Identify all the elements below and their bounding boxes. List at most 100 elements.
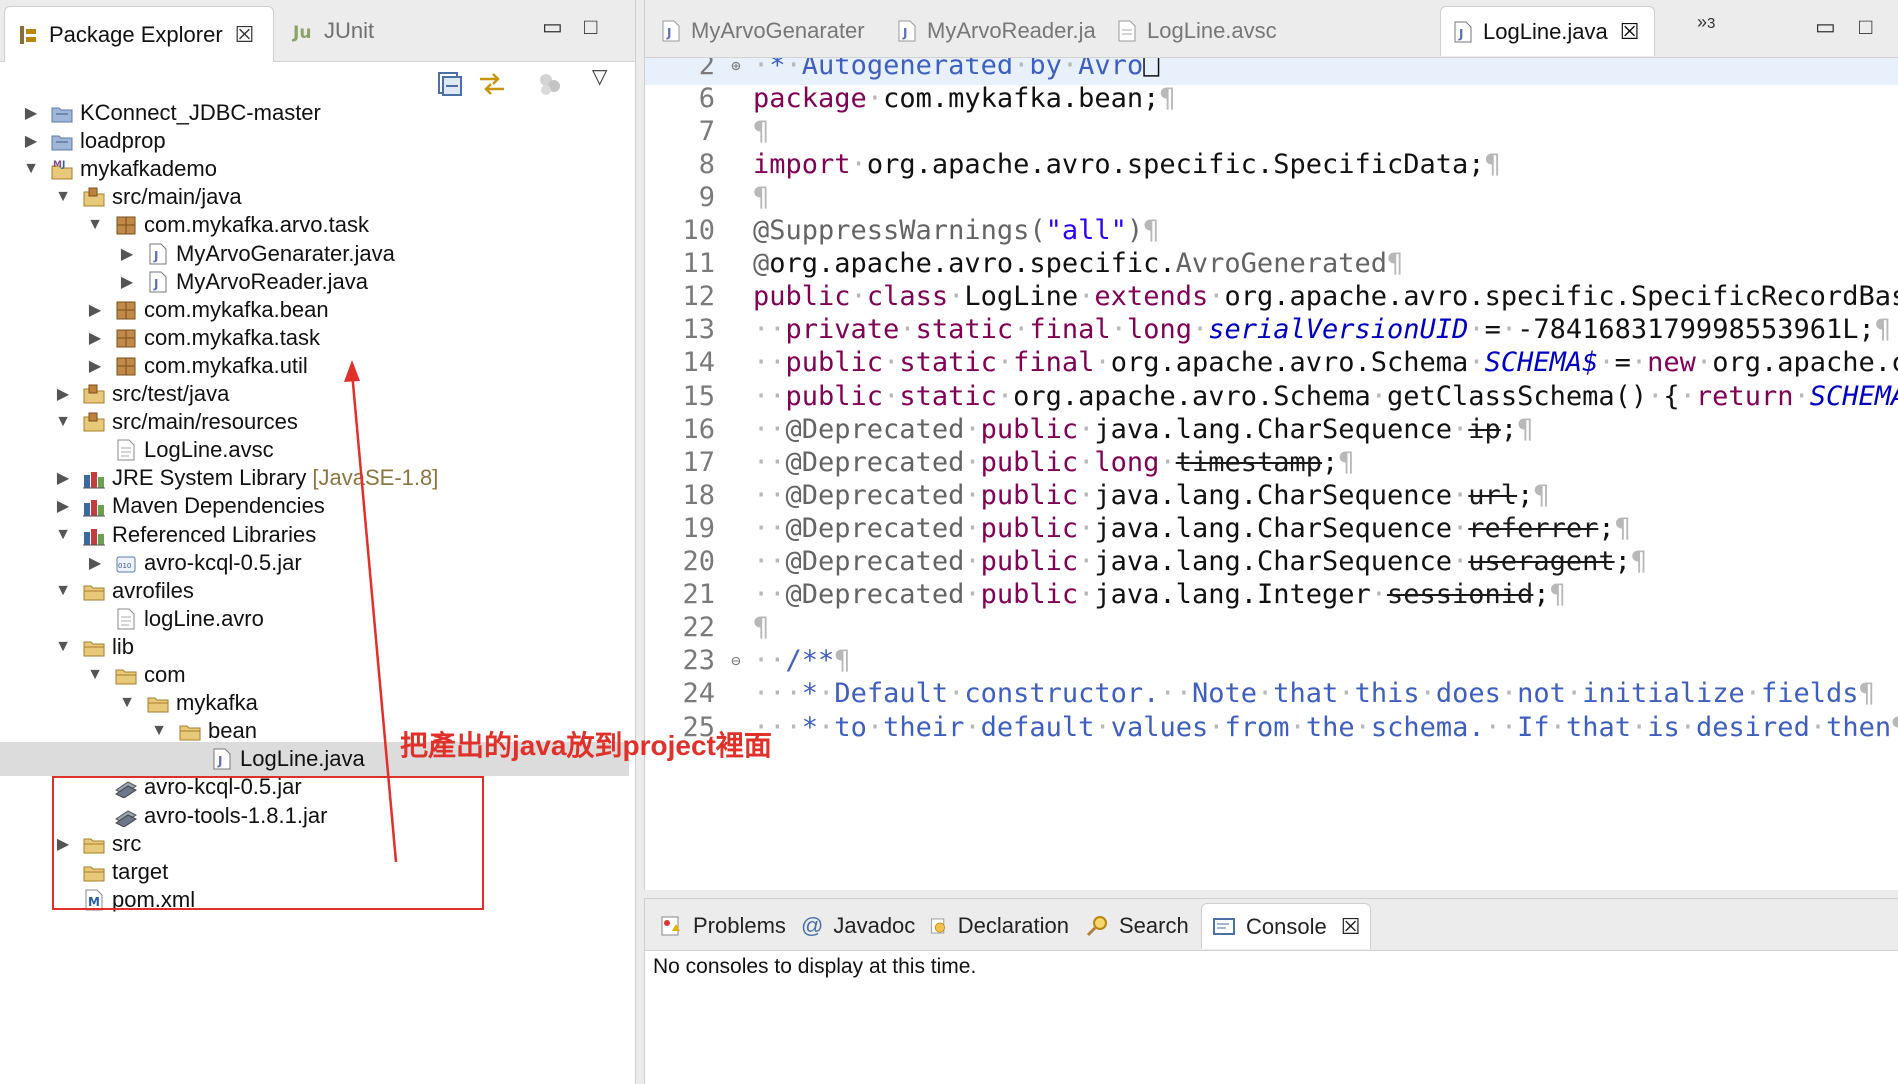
tab-search[interactable]: Search <box>1075 903 1195 949</box>
code-text: ¶ <box>747 116 769 147</box>
tab-package-explorer[interactable]: Package Explorer ☒ <box>4 6 274 62</box>
code-token: final <box>1013 347 1095 379</box>
code-token: org.apache.c <box>1712 347 1898 379</box>
tree-item-label: src/main/java <box>112 184 242 210</box>
collapse-triangle-icon[interactable]: ▶ <box>86 356 104 376</box>
code-token: desired <box>1696 711 1810 743</box>
collapse-triangle-icon[interactable]: ▶ <box>54 496 72 516</box>
code-token: @Deprecated <box>785 546 965 577</box>
code-token: · <box>964 711 981 743</box>
editor-tab-myarvogenarater[interactable]: J MyArvoGenarater <box>649 6 874 56</box>
code-token: not <box>1517 678 1566 710</box>
expand-triangle-icon[interactable]: ▼ <box>86 216 104 234</box>
expand-triangle-icon[interactable]: ▼ <box>54 582 72 600</box>
maximize-icon[interactable]: □ <box>584 14 597 40</box>
close-icon[interactable]: ☒ <box>1341 914 1361 940</box>
collapse-triangle-icon[interactable]: ▶ <box>54 468 72 488</box>
view-menu-chevron-down-icon[interactable]: ▽ <box>592 64 607 89</box>
tree-item-label: loadprop <box>80 128 166 154</box>
code-token: -7841683179998553961L; <box>1517 314 1875 346</box>
code-token: · <box>818 678 835 710</box>
package-icon <box>114 355 138 377</box>
minimize-icon[interactable]: ▭ <box>1815 14 1836 40</box>
annotation-text: 把產出的java放到project裡面 <box>400 730 772 761</box>
text-file-icon <box>1118 20 1136 42</box>
code-token: · <box>964 579 981 611</box>
expand-triangle-icon[interactable]: ▼ <box>54 413 72 431</box>
library-icon <box>82 467 106 489</box>
tree-item-label: JRE System Library <box>112 465 307 491</box>
tree-item-label: avro-kcql-0.5.jar <box>144 549 302 575</box>
collapse-triangle-icon[interactable]: ▶ <box>22 131 40 151</box>
code-editor[interactable]: 2 ⊕ ·*·Autogenerated·by·Avro⎕ 6 package·com.… <box>645 58 1898 890</box>
expand-triangle-icon[interactable]: ▼ <box>118 694 136 712</box>
close-icon[interactable]: ☒ <box>1620 19 1640 45</box>
line-number: 24 <box>682 678 715 710</box>
code-token: ¶ <box>1549 579 1566 611</box>
tab-javadoc[interactable]: @ Javadoc <box>791 903 915 949</box>
line-number: 14 <box>682 347 715 379</box>
collapse-triangle-icon[interactable]: ▶ <box>86 328 104 348</box>
code-token: static <box>899 380 997 412</box>
code-token: public <box>980 413 1079 445</box>
code-token: then <box>1826 711 1892 743</box>
java-file-icon: J <box>662 20 680 42</box>
code-token: · <box>1354 711 1371 743</box>
expand-triangle-icon[interactable]: ▼ <box>22 160 40 178</box>
tab-console[interactable]: Console ☒ <box>1201 903 1371 949</box>
code-token: · <box>1500 314 1518 346</box>
tab-overflow-chevron-icon[interactable]: »3 <box>1697 12 1715 33</box>
code-text: ¶ <box>747 182 769 213</box>
collapse-triangle-icon[interactable]: ▶ <box>22 103 40 123</box>
code-token: org.apache.avro.specific.SpecificData; <box>866 148 1485 180</box>
collapse-triangle-icon[interactable]: ▶ <box>118 272 136 292</box>
code-token: ip <box>1468 413 1501 445</box>
code-token: · <box>1468 347 1485 379</box>
expand-triangle-icon[interactable]: ▼ <box>54 188 72 206</box>
code-token: serialVersionUID <box>1208 314 1469 346</box>
code-token: @Deprecated <box>785 413 965 445</box>
fold-toggle-icon[interactable]: ⊕ <box>725 58 747 75</box>
bottom-tabbar: Problems @ Javadoc Declaration Search Co… <box>645 899 1898 951</box>
maximize-icon[interactable]: □ <box>1859 14 1872 40</box>
code-token: { <box>1663 380 1680 412</box>
expand-triangle-icon[interactable]: ▼ <box>150 722 168 740</box>
collapse-triangle-icon[interactable]: ▶ <box>118 244 136 264</box>
code-token: referrer <box>1468 512 1599 544</box>
editor-tab-myarvoreader[interactable]: J MyArvoReader.ja <box>885 6 1100 56</box>
code-token: @Deprecated <box>785 579 965 611</box>
tab-declaration[interactable]: Declaration <box>919 903 1069 949</box>
expand-triangle-icon[interactable]: ▼ <box>86 666 104 684</box>
code-line[interactable]: 25 ···*·to·their·default·values·from·the·… <box>645 707 1898 747</box>
minimize-icon[interactable]: ▭ <box>542 14 563 40</box>
code-token: ¶ <box>753 612 770 644</box>
package-explorer-panel: Package Explorer ☒ Ju JUnit ▭ □ ▽ ▶ KConn… <box>0 0 636 1084</box>
expand-triangle-icon[interactable]: ▼ <box>54 638 72 656</box>
code-token: values <box>1110 711 1209 743</box>
tab-junit[interactable]: Ju JUnit <box>280 7 430 55</box>
code-text: @SuppressWarnings("all")¶ <box>747 215 1159 246</box>
code-token: * <box>801 711 819 743</box>
code-token: · <box>883 380 900 412</box>
tab-problems[interactable]: Problems <box>649 903 787 949</box>
code-token: · <box>1078 546 1095 577</box>
package-icon <box>114 327 138 349</box>
line-number: 6 <box>698 82 715 114</box>
svg-text:010: 010 <box>118 562 131 570</box>
tree-item-label: Maven Dependencies <box>112 493 325 519</box>
code-token: java.lang.CharSequence <box>1094 413 1453 445</box>
close-icon[interactable]: ☒ <box>235 22 255 48</box>
collapse-triangle-icon[interactable]: ▶ <box>86 300 104 320</box>
code-token: class <box>866 281 949 313</box>
collapse-triangle-icon[interactable]: ▶ <box>86 553 104 573</box>
code-token: Note <box>1191 678 1257 710</box>
fold-toggle-icon[interactable]: ⊖ <box>725 651 747 670</box>
tab-label: MyArvoGenarater <box>691 18 865 43</box>
collapse-triangle-icon[interactable]: ▶ <box>54 384 72 404</box>
code-token: · <box>818 711 835 743</box>
editor-tab-logline-java[interactable]: J LogLine.java ☒ <box>1440 6 1655 56</box>
editor-tab-logline-avsc[interactable]: LogLine.avsc <box>1105 6 1305 56</box>
code-token: ·· <box>753 479 786 511</box>
line-number: 16 <box>682 413 715 445</box>
expand-triangle-icon[interactable]: ▼ <box>54 526 72 544</box>
